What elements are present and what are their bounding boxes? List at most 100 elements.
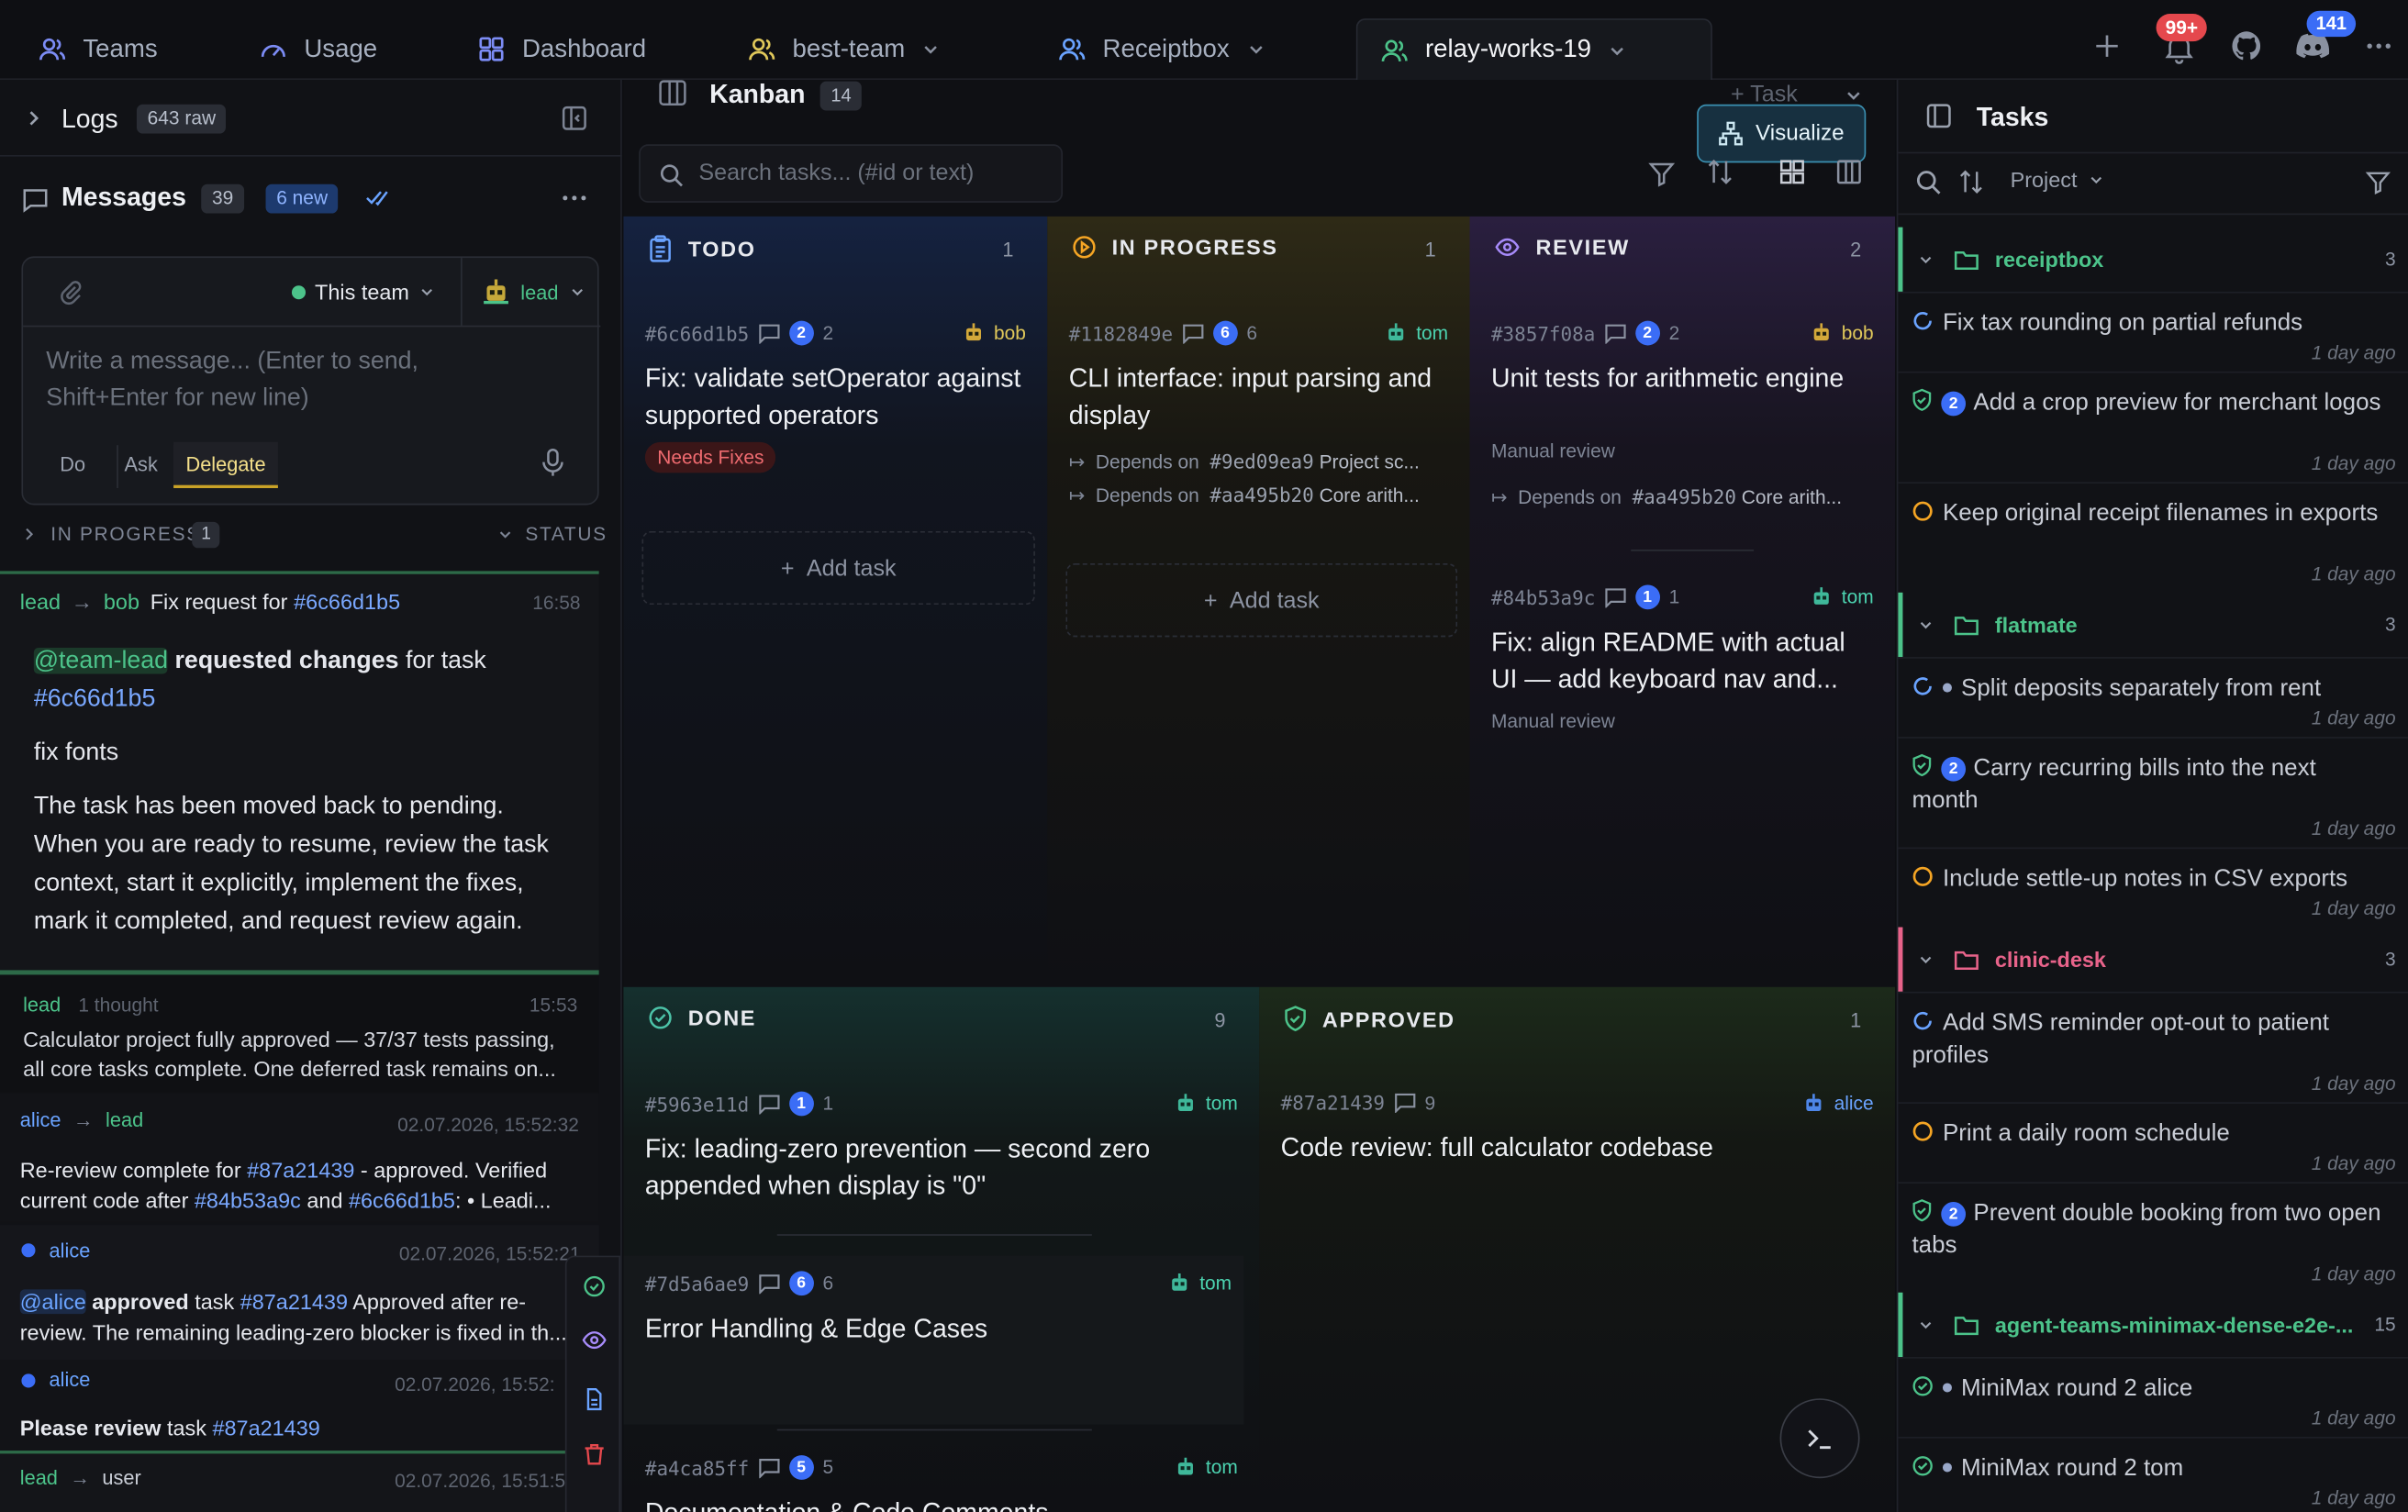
github-icon[interactable] xyxy=(2230,29,2264,63)
tab-receiptbox[interactable]: Receiptbox xyxy=(1056,18,1266,80)
task-id[interactable]: #6c66d1b5 xyxy=(645,322,749,345)
project-group-header[interactable]: clinic-desk 3 xyxy=(1898,927,2408,992)
message-item[interactable]: lead 1 thought 15:53 Calculator project … xyxy=(0,970,599,1094)
task-id[interactable]: #84b53a9c xyxy=(1491,585,1595,608)
sort-icon[interactable] xyxy=(1706,158,1734,185)
assignee[interactable]: tom xyxy=(1810,584,1874,609)
task-list-item[interactable]: Print a daily room schedule 1 day ago xyxy=(1898,1102,2408,1182)
message-item[interactable]: alice 02.07.2026, 15:52:21 @alice approv… xyxy=(0,1225,599,1361)
task-card[interactable]: #84b53a9c 1 1 tom Fix: align README with… xyxy=(1491,584,1874,753)
task-list-item[interactable]: 2 Prevent double booking from two open ta… xyxy=(1898,1182,2408,1292)
add-task-button[interactable]: + Add task xyxy=(1065,563,1458,638)
microphone-icon[interactable] xyxy=(541,447,565,477)
task-card[interactable]: #3857f08a 2 2 bob Unit tests for arithme… xyxy=(1491,320,1874,536)
chevron-down-icon[interactable] xyxy=(1607,39,1628,61)
task-card[interactable]: #a4ca85ff 5 5 tom Documentation & Code C… xyxy=(645,1455,1238,1512)
task-link[interactable]: #6c66d1b5 xyxy=(294,586,400,617)
project-group-header[interactable]: flatmate 3 xyxy=(1898,592,2408,658)
task-link[interactable]: #87a21439 xyxy=(212,1416,319,1440)
dependency-id[interactable]: #9ed09ea9 xyxy=(1210,450,1313,472)
task-link[interactable]: #6c66d1b5 xyxy=(349,1188,455,1213)
tab-teams[interactable]: Teams xyxy=(37,18,158,80)
task-link[interactable]: #84b53a9c xyxy=(195,1188,301,1213)
project-group-header[interactable]: receiptbox 3 xyxy=(1898,227,2408,292)
more-icon[interactable] xyxy=(2363,30,2393,61)
chevron-down-icon[interactable] xyxy=(496,525,515,543)
sort-icon[interactable] xyxy=(1958,169,1984,195)
task-list-item[interactable]: Add SMS reminder opt-out to patient prof… xyxy=(1898,991,2408,1102)
message-item[interactable]: lead → bob Fix request for #6c66d1b5 16:… xyxy=(0,571,599,971)
chevron-down-icon[interactable] xyxy=(1244,39,1265,60)
eye-icon[interactable] xyxy=(582,1329,607,1351)
task-link[interactable]: #87a21439 xyxy=(240,1289,348,1314)
project-group-header[interactable]: agent-teams-minimax-dense-e2e-... 15 xyxy=(1898,1292,2408,1358)
mode-do[interactable]: Do xyxy=(60,453,85,476)
filter-icon[interactable] xyxy=(1648,160,1676,187)
project-filter[interactable]: Project xyxy=(2011,167,2105,192)
task-list-item[interactable]: Fix tax rounding on partial refunds 1 day… xyxy=(1898,291,2408,372)
task-list-item[interactable]: MiniMax round 2 tom 1 day ago xyxy=(1898,1437,2408,1512)
mode-delegate[interactable]: Delegate xyxy=(173,441,278,489)
grid-view-icon[interactable] xyxy=(1778,158,1806,185)
task-id[interactable]: #5963e11d xyxy=(645,1092,749,1115)
task-id[interactable]: #87a21439 xyxy=(1281,1092,1385,1115)
assignee[interactable]: tom xyxy=(1174,1455,1238,1480)
logs-label[interactable]: Logs xyxy=(61,105,118,135)
assignee[interactable]: alice xyxy=(1801,1092,1874,1117)
tab-usage[interactable]: Usage xyxy=(258,18,377,80)
plus-icon[interactable] xyxy=(2091,30,2122,61)
task-id[interactable]: #3857f08a xyxy=(1491,322,1595,345)
task-id[interactable]: #1182849e xyxy=(1069,322,1173,345)
task-list-item[interactable]: Split deposits separately from rent 1 day… xyxy=(1898,657,2408,737)
task-list-item[interactable]: Keep original receipt filenames in expor… xyxy=(1898,482,2408,592)
mention[interactable]: @alice xyxy=(19,1289,86,1315)
task-id[interactable]: #7d5a6ae9 xyxy=(645,1272,749,1295)
task-card[interactable]: #87a21439 9 alice Code review: full calc… xyxy=(1281,1092,1874,1199)
task-list-item[interactable]: Include settle-up notes in CSV exports 1 … xyxy=(1898,847,2408,928)
assignee[interactable]: tom xyxy=(1384,321,1448,346)
task-card[interactable]: #7d5a6ae9 6 6 tom Error Handling & Edge … xyxy=(623,1255,1244,1425)
check-circle-icon[interactable] xyxy=(584,1275,605,1297)
recipient-selector[interactable]: lead xyxy=(481,276,586,306)
chevron-right-icon[interactable] xyxy=(21,525,37,543)
sidebar-icon[interactable] xyxy=(1926,103,1952,128)
chevron-right-icon[interactable] xyxy=(25,107,43,128)
message-item[interactable]: alice → lead 02.07.2026, 15:52:32 Re-rev… xyxy=(0,1093,599,1222)
chevron-down-icon[interactable] xyxy=(920,39,942,60)
message-item[interactable]: lead → user 02.07.2026, 15:51:5 xyxy=(0,1451,599,1512)
search-icon[interactable] xyxy=(1915,169,1941,195)
collapse-panel-icon[interactable] xyxy=(561,105,588,132)
add-task-button[interactable]: + Add task xyxy=(641,530,1035,606)
mode-ask[interactable]: Ask xyxy=(125,453,158,476)
assignee[interactable]: bob xyxy=(1810,321,1874,346)
task-card[interactable]: #5963e11d 1 1 tom Fix: leading-zero prev… xyxy=(645,1091,1238,1242)
task-card[interactable]: #6c66d1b5 2 2 bob Fix: validate setOpera… xyxy=(644,320,1026,490)
message-item[interactable]: alice 02.07.2026, 15:52: Please review t… xyxy=(0,1360,599,1452)
task-list-item[interactable]: 2 Add a crop preview for merchant logos 1 … xyxy=(1898,371,2408,482)
visualize-button[interactable]: Visualize xyxy=(1697,104,1867,163)
task-list-item[interactable]: MiniMax round 2 alice 1 day ago xyxy=(1898,1357,2408,1437)
tab-relay-works-19[interactable]: relay-works-19 xyxy=(1355,18,1712,81)
task-link[interactable]: #87a21439 xyxy=(247,1158,354,1183)
status-filter[interactable]: STATUS xyxy=(525,524,607,545)
task-search[interactable]: Search tasks... (#id or text) xyxy=(639,144,1064,203)
filter-icon[interactable] xyxy=(2365,169,2391,195)
double-check-icon[interactable] xyxy=(365,187,390,208)
paperclip-icon[interactable] xyxy=(57,280,84,307)
status-row-label[interactable]: IN PROGRESS xyxy=(50,524,201,545)
terminal-button[interactable] xyxy=(1779,1398,1860,1479)
document-icon[interactable] xyxy=(585,1387,604,1411)
mention[interactable]: @team-lead xyxy=(33,648,169,673)
dependency-id[interactable]: #aa495b20 xyxy=(1633,485,1736,508)
tab-best-team[interactable]: best-team xyxy=(746,18,942,80)
chevron-down-icon[interactable] xyxy=(1843,84,1864,106)
tab-dashboard[interactable]: Dashboard xyxy=(476,18,646,80)
task-list-item[interactable]: 2 Carry recurring bills into the next mon… xyxy=(1898,737,2408,847)
assignee[interactable]: tom xyxy=(1167,1271,1232,1295)
assignee[interactable]: bob xyxy=(962,321,1026,346)
columns-view-icon[interactable] xyxy=(1835,158,1863,185)
message-input[interactable]: Write a message... (Enter to send, Shift… xyxy=(46,344,491,417)
task-link[interactable]: #6c66d1b5 xyxy=(34,686,156,712)
task-id[interactable]: #a4ca85ff xyxy=(645,1456,749,1479)
more-icon[interactable] xyxy=(561,187,588,208)
